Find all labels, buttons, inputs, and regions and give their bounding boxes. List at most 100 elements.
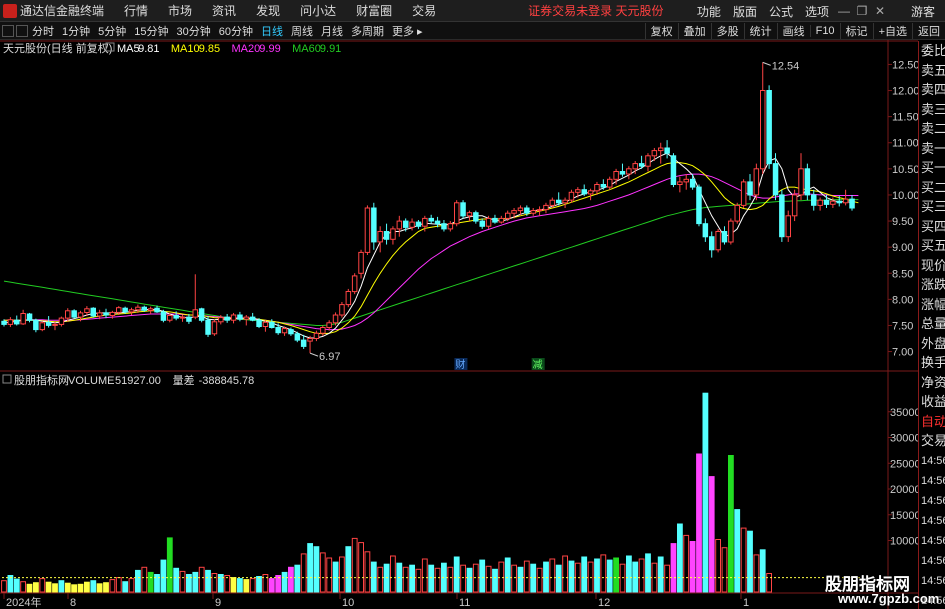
candle-body [587,190,594,195]
candle-body [65,310,71,319]
candle-body [613,171,619,180]
candle-body [173,315,179,319]
candle-body [218,317,224,323]
chart-tool-button[interactable]: +自选 [872,23,912,39]
chart-tool-button[interactable]: F10 [809,25,840,37]
candle-body [409,221,415,228]
period-tab[interactable]: 30分钟 [173,23,215,39]
period-tab[interactable]: 5分钟 [94,23,130,39]
side-panel-label: 买五 [921,238,945,253]
candle-body [237,314,243,320]
menu-item-trade[interactable]: 交易 [402,2,446,19]
volume-bar [307,543,314,593]
date-tick-label: 2024年 [6,595,41,609]
candle-body [836,200,842,204]
menu-item-layout[interactable]: 版面 [727,3,763,20]
minimize-icon[interactable]: — [835,4,853,18]
volume-bar [626,555,632,593]
chart-tool-button[interactable]: 多股 [710,23,744,39]
candle-body [498,217,505,223]
close-icon[interactable]: ✕ [871,4,889,18]
candle-body [45,321,52,326]
candle-body [1,320,7,325]
legend-name: MA10 [171,43,200,55]
chart-tool-button[interactable]: 统计 [743,23,777,39]
chart-tool-button[interactable]: 叠加 [677,23,711,39]
candle-body [460,202,466,217]
candle-body [160,311,167,321]
menu-item-market[interactable]: 行情 [114,2,158,19]
volume-bar [135,569,141,593]
candle-body [842,198,849,204]
volume-bar [689,541,696,593]
period-tab[interactable]: 月线 [317,23,347,39]
period-tab[interactable]: 分时 [28,23,58,39]
menu-item-function[interactable]: 功能 [691,3,727,20]
period-tab[interactable]: 多周期 [347,23,388,39]
volume-bar [587,561,594,593]
volume-bar [109,579,116,593]
volume-bar [619,563,626,593]
period-tab[interactable]: 更多 ▸ [388,23,427,39]
candle-body [351,275,358,293]
candle-body [549,199,556,206]
volume-bar [492,568,498,593]
volume-bar [339,556,345,593]
chart-tool-button[interactable]: 复权 [644,23,678,39]
login-notice[interactable]: 证券交易未登录 天元股份 [528,2,663,19]
volume-bar [696,453,702,593]
period-tab[interactable]: 周线 [287,23,317,39]
toolbar-toggle-icon[interactable] [2,24,14,37]
candle-body [377,231,383,243]
menu-item-formula[interactable]: 公式 [763,3,799,20]
candle-body [192,309,198,318]
period-tab[interactable]: 15分钟 [130,23,172,39]
candle-body [249,316,256,321]
candle-body [20,313,26,325]
menu-item-discover[interactable]: 发现 [246,2,290,19]
volume-bar [740,527,747,593]
candle-body [760,90,766,170]
menu-item-options[interactable]: 选项 [799,3,835,20]
toolbar-layout-icon[interactable] [16,24,28,37]
volume-bar [84,581,90,593]
volume-bar [390,555,396,593]
side-panel-label[interactable]: 自动 [919,412,945,432]
candle-body [243,316,250,320]
kline-chart[interactable]: 12.50 12.00 11.50 11.00 10.50 10.00 9.50 9.00 8.… [0,40,918,609]
candle-body [198,308,205,321]
restore-icon[interactable]: ❐ [853,4,871,18]
volume-bar [721,547,728,593]
price-tick-label: 11.00 [892,138,918,150]
period-tab[interactable]: 1分钟 [58,23,94,39]
period-tab[interactable]: 日线 [257,23,287,39]
guest-label[interactable]: 游客 [911,3,935,20]
candle-body [434,220,441,225]
menu-item-wealth[interactable]: 财富圈 [346,2,402,19]
chart-tool-button[interactable]: 画线 [776,23,810,39]
candle-body [116,307,122,313]
candle-body [109,311,116,316]
candle-body [390,228,396,240]
candle-body [339,304,345,316]
candle-body [364,207,371,253]
menu-item-markets[interactable]: 市场 [158,2,202,19]
chart-tool-button[interactable]: 标记 [839,23,873,39]
volume-bar [326,557,333,593]
period-tab[interactable]: 60分钟 [215,23,257,39]
menu-item-news[interactable]: 资讯 [202,2,246,19]
volume-bar [421,558,428,593]
volume-bar [766,573,773,593]
legend-name: MA60 [292,43,321,55]
volume-bar [670,543,677,593]
chart-tool-button[interactable]: 返回 [912,23,945,39]
volume-bar [198,566,205,593]
volume-bar [377,566,384,593]
volume-bar [523,560,530,593]
chart-tools: 复权 叠加 多股 统计 画线 F10 标记 +自选 返回 [644,22,945,40]
menu-item-ask[interactable]: 问小达 [290,2,346,19]
candle-body [466,212,473,217]
volume-bar [313,546,320,593]
volume-bar [364,551,371,593]
volume-bar [268,578,275,593]
